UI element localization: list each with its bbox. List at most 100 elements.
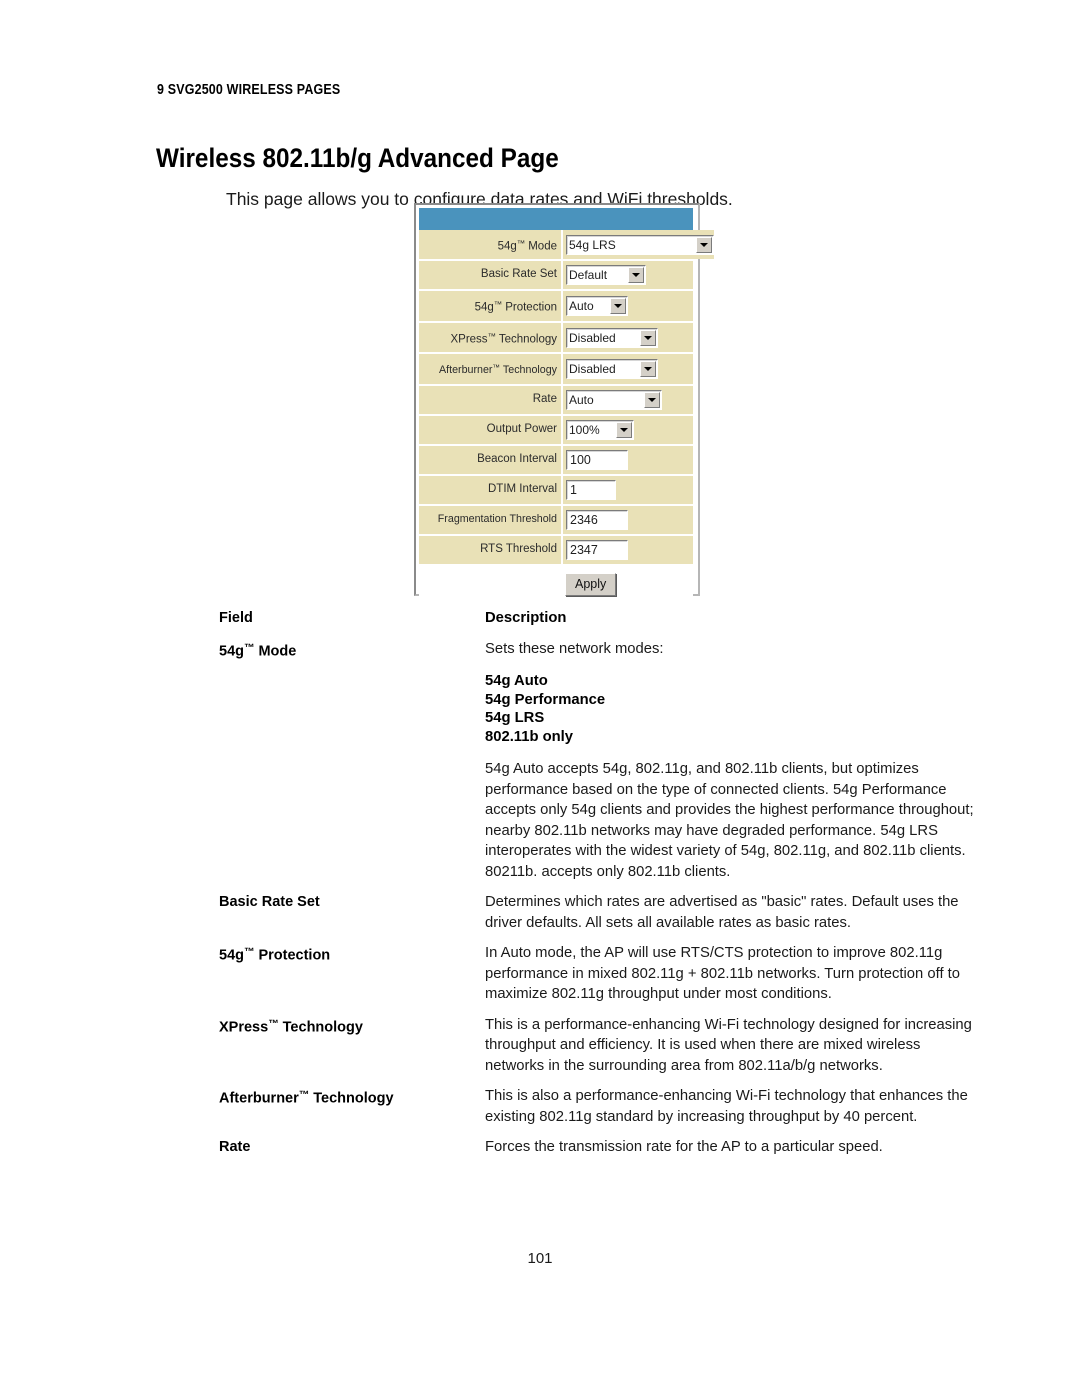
form-label: XPress™ Technology [419, 322, 563, 353]
table-body: 54g™ Mode Sets these network modes: 54g Au… [219, 639, 981, 1158]
dropdown-1[interactable]: 54g LRS [566, 234, 714, 255]
form-control-cell: Auto [563, 385, 693, 414]
chevron-down-icon[interactable] [628, 267, 644, 284]
form-row: 54g™ Mode 54g LRS [419, 230, 714, 262]
column-header-description: Description [485, 610, 567, 626]
apply-button[interactable]: Apply [565, 573, 617, 597]
form-row: XPress™ Technology Disabled [419, 322, 693, 355]
form-control-cell: 54g LRS [563, 230, 714, 260]
field-description: Forces the transmission rate for the AP … [485, 1137, 981, 1158]
form-control-cell [563, 505, 693, 534]
table-header-row: Field Description [219, 608, 981, 629]
triangle-glyph [700, 242, 708, 247]
form-row: 54g™ Protection Auto [419, 291, 693, 323]
form-row: Afterburner™ Technology Disabled [419, 354, 693, 386]
dropdown-5[interactable]: Disabled [566, 359, 658, 380]
router-form-inner: 54g™ Mode 54g LRS Basic Rate Set Default 54g… [419, 208, 714, 606]
description-body: 54g Auto accepts 54g, 802.11g, and 802.1… [485, 761, 974, 880]
triangle-glyph [644, 367, 652, 372]
form-rows: 54g™ Mode 54g LRS Basic Rate Set Default 54g… [419, 230, 714, 564]
description-body: Forces the transmission rate for the AP … [485, 1139, 883, 1155]
field-description: Determines which rates are advertised as… [485, 892, 981, 933]
dropdown-value: Auto [569, 392, 594, 407]
table-row: XPress™ Technology This is a performance-… [219, 1015, 981, 1077]
form-row: RTS Threshold [419, 535, 693, 564]
form-control-cell: Default [563, 261, 693, 290]
field-description-table: Field Description 54g™ Mode Sets these ne… [219, 608, 981, 1168]
field-name: Afterburner™ Technology [219, 1090, 394, 1107]
form-label: DTIM Interval [419, 475, 563, 504]
form-row: Rate Auto [419, 385, 693, 416]
form-label: Afterburner™ Technology [419, 354, 563, 384]
description-body: Determines which rates are advertised as… [485, 894, 959, 931]
dropdown-4[interactable]: Disabled [566, 327, 658, 348]
dropdown-6[interactable]: Auto [566, 389, 662, 410]
apply-row: Apply [419, 563, 693, 606]
chevron-down-icon[interactable] [696, 236, 712, 253]
form-label: Rate [419, 385, 563, 414]
triangle-glyph [648, 397, 656, 402]
text-input-9[interactable] [566, 479, 616, 500]
form-row: Basic Rate Set Default [419, 261, 693, 292]
chevron-down-icon[interactable] [644, 391, 660, 408]
form-row: Beacon Interval [419, 445, 693, 476]
table-row: Afterburner™ Technology This is also a pe… [219, 1086, 981, 1127]
dropdown-value: 100% [569, 422, 600, 437]
field-name: 54g™ Mode [219, 642, 297, 659]
field-description: This is a performance-enhancing Wi-Fi te… [485, 1015, 981, 1077]
form-label: 54g™ Protection [419, 291, 563, 321]
form-label: Beacon Interval [419, 445, 563, 474]
triangle-glyph [644, 335, 652, 340]
form-control-cell [563, 445, 693, 474]
form-control-cell [563, 475, 693, 504]
form-label: RTS Threshold [419, 535, 563, 564]
dropdown-value: 54g LRS [569, 237, 616, 252]
form-label: Output Power [419, 415, 563, 444]
page-number: 101 [527, 1250, 553, 1267]
form-label: Fragmentation Threshold [419, 505, 563, 534]
chevron-down-icon[interactable] [640, 361, 656, 378]
triangle-glyph [620, 427, 628, 432]
text-input-11[interactable] [566, 539, 628, 560]
page-title: Wireless 802.11b/g Advanced Page [156, 143, 559, 174]
field-description: This is also a performance-enhancing Wi-… [485, 1086, 981, 1127]
form-row: DTIM Interval [419, 475, 693, 506]
dropdown-2[interactable]: Default [566, 265, 646, 286]
column-header-field: Field [219, 610, 253, 626]
dropdown-3[interactable]: Auto [566, 296, 628, 317]
form-control-cell: Auto [563, 291, 693, 321]
router-config-screenshot: 54g™ Mode 54g LRS Basic Rate Set Default 54g… [414, 203, 714, 606]
form-titlebar [419, 208, 693, 230]
chevron-down-icon[interactable] [610, 298, 626, 315]
chevron-down-icon[interactable] [640, 329, 656, 346]
field-name: 54g™ Protection [219, 947, 331, 964]
dropdown-value: Disabled [569, 362, 616, 377]
form-control-cell: Disabled [563, 354, 693, 384]
chevron-down-icon[interactable] [616, 421, 632, 438]
dropdown-value: Disabled [569, 330, 616, 345]
table-row: Basic Rate Set Determines which rates are… [219, 892, 981, 933]
dropdown-7[interactable]: 100% [566, 419, 634, 440]
field-description: Sets these network modes: 54g Auto 54g Per… [485, 639, 981, 883]
description-intro: Sets these network modes: [485, 640, 664, 657]
text-input-8[interactable] [566, 449, 628, 470]
description-body: This is a performance-enhancing Wi-Fi te… [485, 1016, 972, 1074]
mode-list-item: 54g Auto [485, 673, 548, 689]
table-row: 54g™ Protection In Auto mode, the AP will… [219, 943, 981, 1005]
form-label: Basic Rate Set [419, 261, 563, 290]
triangle-glyph [632, 273, 640, 278]
field-name: Basic Rate Set [219, 894, 320, 910]
field-name: Rate [219, 1139, 251, 1155]
mode-list-item: 802.11b only [485, 728, 574, 745]
form-control-cell: 100% [563, 415, 693, 444]
triangle-glyph [614, 304, 622, 309]
form-control-cell: Disabled [563, 322, 693, 353]
mode-list-item: 54g LRS [485, 710, 545, 726]
field-name: XPress™ Technology [219, 1018, 363, 1035]
form-label: 54g™ Mode [419, 230, 563, 260]
running-head: 9 SVG2500 WIRELESS PAGES [157, 82, 341, 98]
text-input-10[interactable] [566, 509, 628, 530]
mode-list-item: 54g Performance [485, 691, 606, 708]
form-row: Fragmentation Threshold [419, 505, 693, 536]
field-description: In Auto mode, the AP will use RTS/CTS pr… [485, 943, 981, 1005]
